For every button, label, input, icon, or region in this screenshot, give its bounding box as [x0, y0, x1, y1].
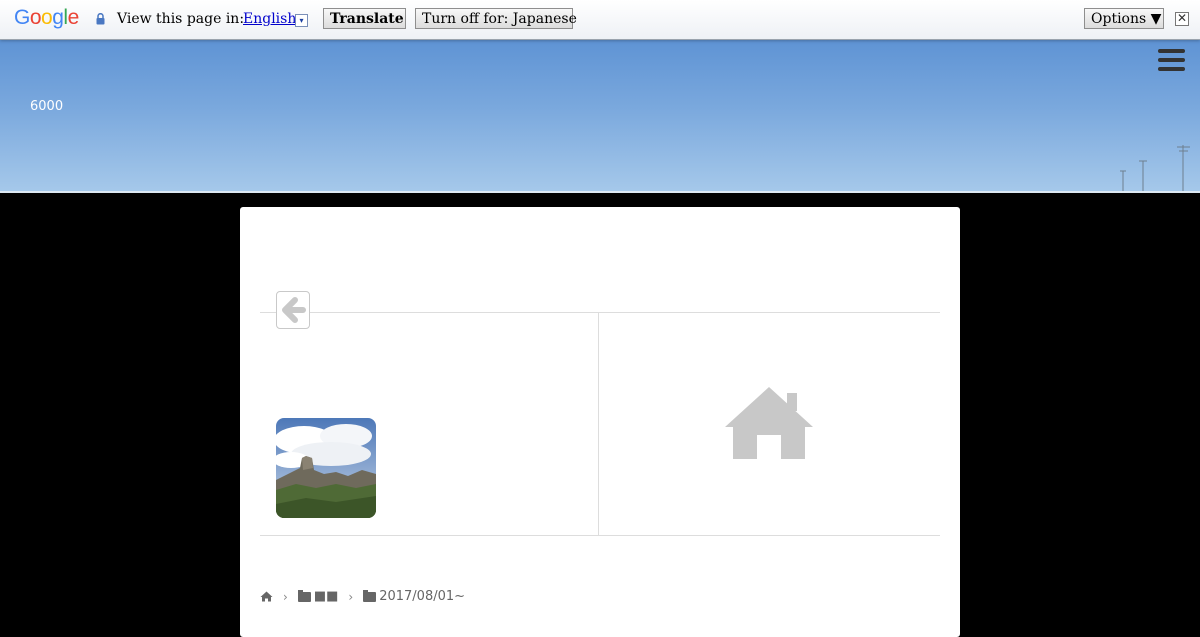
breadcrumb-category[interactable]: ■■: [314, 589, 339, 604]
translate-button[interactable]: Translate: [323, 8, 406, 29]
post-navigation: [260, 312, 940, 536]
nav-divider: [598, 313, 599, 535]
previous-post-thumbnail[interactable]: [276, 418, 376, 518]
home-icon[interactable]: [723, 385, 815, 461]
breadcrumb-separator: ›: [348, 589, 354, 604]
breadcrumb-subcategory[interactable]: 2017/08/01~: [379, 589, 465, 604]
lock-icon: [96, 13, 105, 25]
close-icon[interactable]: ✕: [1175, 12, 1189, 26]
hamburger-menu-icon[interactable]: [1158, 49, 1185, 74]
breadcrumb: › ■■ › 2017/08/01~: [260, 589, 465, 604]
home-icon[interactable]: [260, 591, 273, 602]
folder-icon: [297, 589, 311, 602]
language-select[interactable]: English: [243, 11, 296, 27]
content-card: › ■■ › 2017/08/01~: [240, 207, 960, 637]
google-logo: Google: [14, 6, 79, 29]
arrow-left-icon: [282, 297, 306, 323]
view-page-label: View this page in:: [117, 11, 245, 27]
options-button[interactable]: Options ▼: [1084, 8, 1164, 29]
back-button[interactable]: [276, 291, 310, 329]
mountain-photo: [276, 418, 376, 518]
site-header: 6000: [0, 39, 1200, 193]
turn-off-button[interactable]: Turn off for: Japanese: [415, 8, 577, 29]
folder-icon: [363, 589, 377, 602]
chevron-down-icon[interactable]: ▾: [295, 14, 308, 27]
power-poles-image: [1120, 145, 1190, 191]
site-title[interactable]: 6000: [30, 99, 63, 114]
breadcrumb-separator: ›: [283, 589, 288, 604]
translate-bar: Google View this page in: English ▾ Tran…: [0, 0, 1200, 40]
